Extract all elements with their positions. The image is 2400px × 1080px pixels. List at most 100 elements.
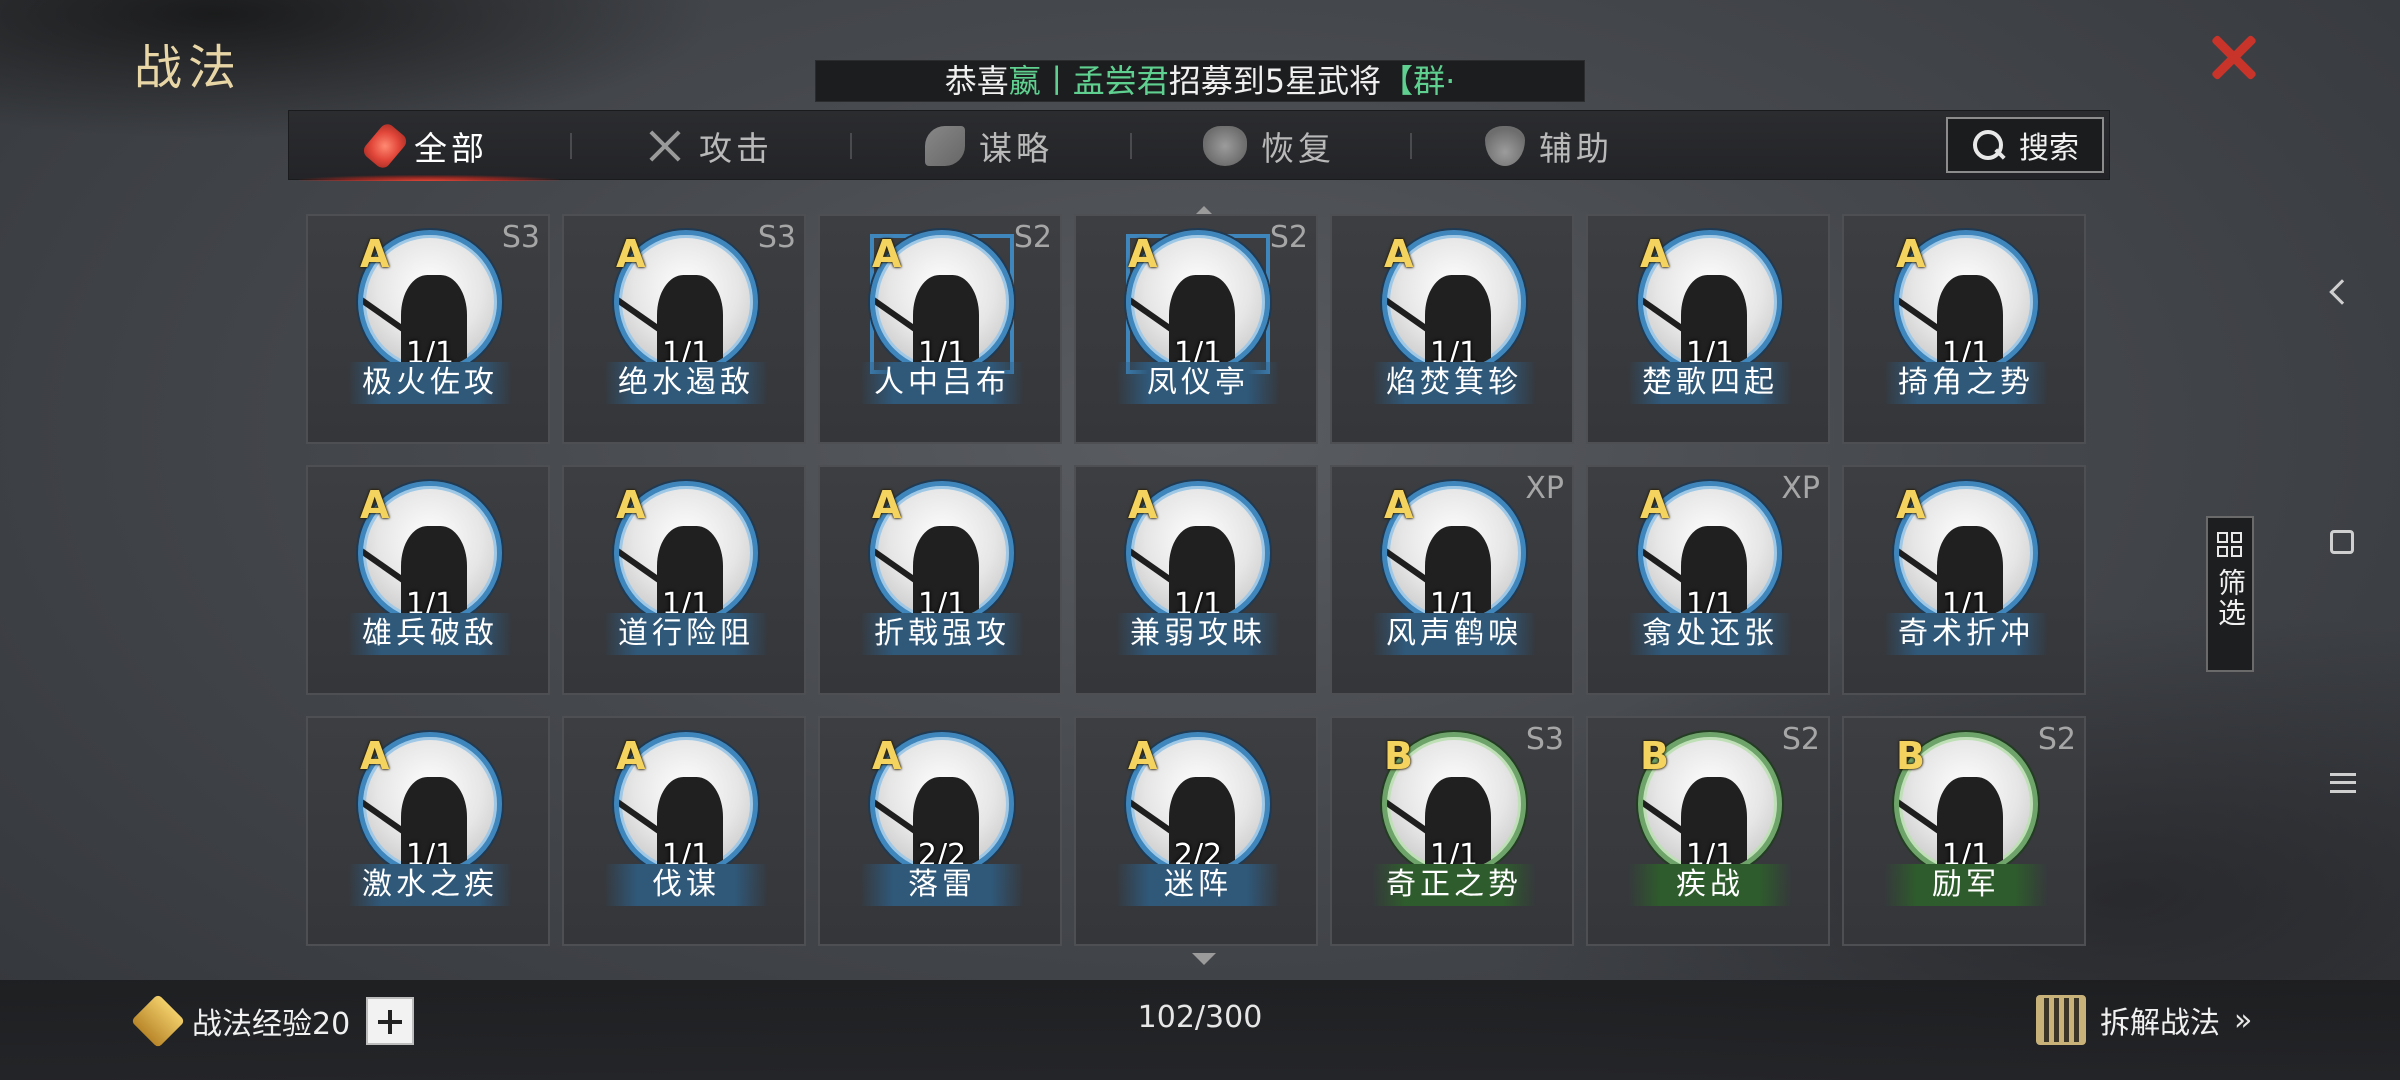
skill-card[interactable]: 1/1 A 折戟强攻	[818, 465, 1062, 695]
skill-grade: A	[1640, 232, 1670, 276]
add-exp-button[interactable]	[366, 997, 415, 1045]
skill-name: 翕处还张	[1628, 613, 1792, 655]
skill-name: 疾战	[1628, 864, 1792, 906]
skill-grade: B	[1384, 734, 1413, 778]
skill-card[interactable]: 1/1 A S3 绝水遏敌	[562, 214, 806, 444]
page-title: 战法	[134, 40, 243, 96]
dismantle-skill-button[interactable]: 拆解战法 »	[2036, 995, 2252, 1045]
tab-all[interactable]: 全部	[289, 111, 569, 181]
skill-grade: A	[360, 483, 390, 527]
skill-grade: A	[616, 734, 646, 778]
crossed-swords-icon	[645, 126, 685, 166]
skill-card[interactable]: 1/1 A 伐谋	[562, 716, 806, 946]
tab-assist[interactable]: 辅助	[1409, 111, 1689, 181]
skill-name: 激水之疾	[348, 864, 512, 906]
tab-scheme-label: 谋略	[979, 129, 1053, 168]
skill-name: 兼弱攻昧	[1116, 613, 1280, 655]
skill-name: 落雷	[860, 864, 1024, 906]
skill-grade: A	[1128, 232, 1158, 276]
skill-grade: B	[1640, 734, 1669, 778]
tab-recover[interactable]: 恢复	[1129, 111, 1409, 181]
skill-season-badge: S2	[1013, 220, 1052, 255]
skill-card[interactable]: 1/1 A S2 人中吕布	[818, 214, 1062, 444]
all-icon	[360, 121, 410, 171]
skill-name: 励军	[1884, 864, 2048, 906]
tab-attack[interactable]: 攻击	[569, 111, 849, 181]
skill-name: 凤仪亭	[1116, 362, 1280, 404]
grid-icon	[2217, 532, 2243, 558]
skill-grade: A	[360, 232, 390, 276]
category-tab-bar: 全部 攻击 谋略 恢复 辅助	[288, 110, 2110, 181]
skill-grid: 1/1 A S3 极火佐攻 1/1 A S3 绝水遏敌 1/1 A S2 人中吕布 1/1 A S2 凤仪亭 1…	[306, 214, 2088, 950]
skill-season-badge: S2	[2037, 722, 2076, 757]
skill-card[interactable]: 2/2 A 迷阵	[1074, 716, 1318, 946]
skill-card[interactable]: 1/1 A 奇术折冲	[1842, 465, 2086, 695]
skill-card[interactable]: 1/1 B S2 励军	[1842, 716, 2086, 946]
skill-card[interactable]: 1/1 A 道行险阻	[562, 465, 806, 695]
skill-card[interactable]: 1/1 A XP 风声鹤唳	[1330, 465, 1574, 695]
skill-card[interactable]: 1/1 A 雄兵破敌	[306, 465, 550, 695]
close-button[interactable]	[2204, 28, 2264, 88]
skill-grade: A	[1896, 483, 1926, 527]
skill-capacity: 102/300	[1137, 1000, 1263, 1035]
system-back-icon[interactable]	[2329, 279, 2355, 305]
skill-name: 道行险阻	[604, 613, 768, 655]
dismantle-label: 拆解战法	[2100, 1006, 2220, 1041]
skill-exp-label: 战法经验20	[192, 1007, 351, 1042]
filter-button[interactable]: 筛选	[2206, 516, 2254, 672]
skill-name: 楚歌四起	[1628, 362, 1792, 404]
skill-name: 风声鹤唳	[1372, 613, 1536, 655]
skill-name: 奇正之势	[1372, 864, 1536, 906]
skill-season-badge: XP	[1781, 471, 1820, 506]
tab-scheme[interactable]: 谋略	[849, 111, 1129, 181]
search-button[interactable]: 搜索	[1946, 117, 2104, 173]
ticker-general: 【群·	[1381, 62, 1456, 100]
announcement-ticker: 恭喜嬴丨孟尝君招募到5星武将【群·	[815, 60, 1585, 102]
scroll-down-arrow-icon	[1192, 953, 1216, 965]
skill-grade: B	[1896, 734, 1925, 778]
skill-card[interactable]: 1/1 A 激水之疾	[306, 716, 550, 946]
skill-card[interactable]: 1/1 A 焰焚箕轸	[1330, 214, 1574, 444]
skill-season-badge: S3	[501, 220, 540, 255]
skill-name: 掎角之势	[1884, 362, 2048, 404]
skill-card[interactable]: 1/1 A XP 翕处还张	[1586, 465, 1830, 695]
skill-card[interactable]: 1/1 A 楚歌四起	[1586, 214, 1830, 444]
tab-attack-label: 攻击	[699, 129, 773, 168]
skill-grade: A	[1896, 232, 1926, 276]
double-chevron-right-icon: »	[2234, 1002, 2253, 1038]
skill-card[interactable]: 1/1 B S2 疾战	[1586, 716, 1830, 946]
skill-name: 折戟强攻	[860, 613, 1024, 655]
skill-card[interactable]: 1/1 A S2 凤仪亭	[1074, 214, 1318, 444]
skill-grade: A	[872, 734, 902, 778]
skill-name: 焰焚箕轸	[1372, 362, 1536, 404]
skill-name: 迷阵	[1116, 864, 1280, 906]
skill-card[interactable]: 1/1 A 掎角之势	[1842, 214, 2086, 444]
skill-grade: A	[616, 483, 646, 527]
skill-name: 伐谋	[604, 864, 768, 906]
ticker-user: 嬴丨孟尝君	[1008, 62, 1169, 100]
ticker-prefix: 恭喜	[944, 62, 1009, 100]
skill-card[interactable]: 2/2 A 落雷	[818, 716, 1062, 946]
skill-grade: A	[360, 734, 390, 778]
skill-grade: A	[872, 232, 902, 276]
skill-season-badge: S3	[1525, 722, 1564, 757]
skill-card[interactable]: 1/1 A S3 极火佐攻	[306, 214, 550, 444]
skill-name: 雄兵破敌	[348, 613, 512, 655]
skill-season-badge: S2	[1269, 220, 1308, 255]
skill-name: 绝水遏敌	[604, 362, 768, 404]
filter-label: 筛选	[2214, 568, 2247, 628]
skill-season-badge: S3	[757, 220, 796, 255]
skill-name: 极火佐攻	[348, 362, 512, 404]
fist-icon	[130, 993, 186, 1049]
skill-card[interactable]: 1/1 A 兼弱攻昧	[1074, 465, 1318, 695]
skill-grade: A	[1384, 232, 1414, 276]
skill-name: 奇术折冲	[1884, 613, 2048, 655]
skill-grade: A	[872, 483, 902, 527]
system-home-icon[interactable]	[2330, 530, 2354, 554]
skill-card[interactable]: 1/1 B S3 奇正之势	[1330, 716, 1574, 946]
skill-grade: A	[1128, 483, 1158, 527]
system-menu-icon[interactable]	[2330, 773, 2356, 793]
tab-recover-label: 恢复	[1261, 129, 1335, 168]
skill-grade: A	[1128, 734, 1158, 778]
assist-icon	[1485, 126, 1525, 166]
